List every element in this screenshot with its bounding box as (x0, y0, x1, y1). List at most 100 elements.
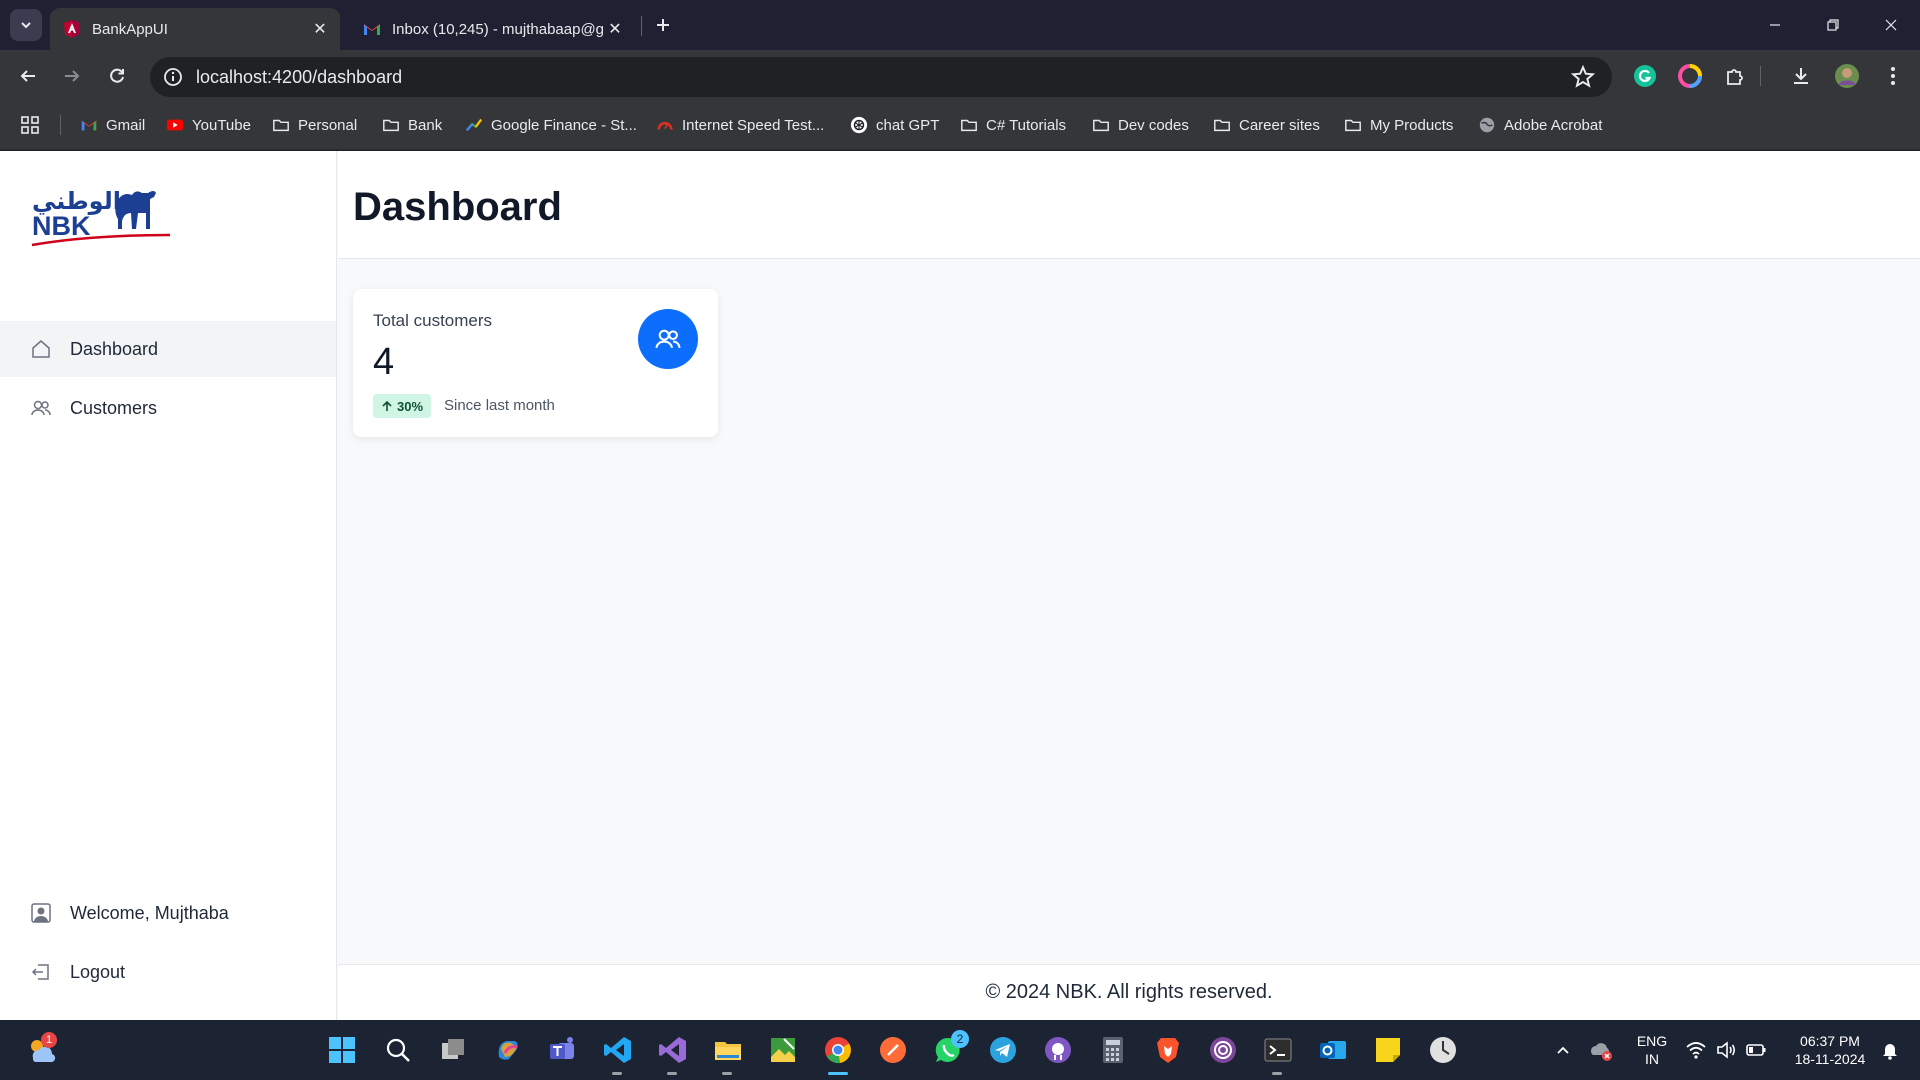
gmail-icon (364, 24, 380, 35)
taskbar-outlook[interactable] (1317, 1034, 1349, 1066)
taskbar-search[interactable] (382, 1034, 414, 1066)
apps-button[interactable] (20, 113, 40, 137)
forward-button[interactable] (56, 60, 88, 92)
more-vertical-icon (1891, 67, 1895, 85)
grammarly-extension[interactable] (1632, 63, 1658, 89)
notification-center-button[interactable] (1874, 1034, 1906, 1066)
taskbar-visual-studio[interactable] (657, 1034, 689, 1066)
tab-search-button[interactable] (10, 9, 42, 41)
taskbar-calculator[interactable] (1097, 1034, 1129, 1066)
copilot-icon (498, 1041, 518, 1060)
clock-date: 18-11-2024 (1794, 1051, 1866, 1067)
notification-badge: 1 (41, 1032, 57, 1048)
taskbar-telegram[interactable] (987, 1034, 1019, 1066)
globe-icon (1479, 117, 1495, 133)
logout-button[interactable]: Logout (0, 947, 336, 997)
page-header: Dashboard (338, 151, 1920, 259)
bookmark-career-sites[interactable]: Career sites (1213, 113, 1320, 137)
taskbar-file-explorer[interactable] (712, 1034, 744, 1066)
folder-icon (715, 1042, 741, 1060)
tab-gmail-inbox[interactable]: Inbox (10,245) - mujthabaap@gmail.com ✕ (350, 8, 635, 50)
clock[interactable]: 06:37 PM 18-11-2024 (1780, 1032, 1880, 1068)
chevron-down-icon (21, 22, 31, 29)
taskbar-vscode[interactable] (602, 1034, 634, 1066)
active-indicator (828, 1072, 848, 1075)
bookmark-my-products[interactable]: My Products (1344, 113, 1453, 137)
close-icon[interactable]: ✕ (308, 17, 332, 41)
task-view-button[interactable] (437, 1034, 469, 1066)
bell-icon (1883, 1044, 1897, 1060)
start-button[interactable] (326, 1034, 358, 1066)
running-indicator (612, 1072, 622, 1075)
minimize-icon (1770, 24, 1780, 26)
bookmark-personal[interactable]: Personal (272, 113, 357, 137)
bookmark-bank[interactable]: Bank (382, 113, 442, 137)
address-bar[interactable]: localhost:4200/dashboard (150, 57, 1612, 97)
sidebar-item-label: Dashboard (70, 338, 159, 359)
info-icon[interactable] (162, 66, 184, 88)
tray-wifi[interactable] (1680, 1034, 1712, 1066)
bookmark-dev-codes[interactable]: Dev codes (1092, 113, 1189, 137)
bookmark-label: Gmail (106, 116, 146, 134)
taskbar-github[interactable] (1042, 1034, 1074, 1066)
tray-battery[interactable] (1740, 1034, 1772, 1066)
taskbar-tor[interactable] (1207, 1034, 1239, 1066)
change-value: 30% (397, 398, 424, 414)
restore-icon (1827, 19, 1839, 31)
toolbar-separator (1760, 66, 1761, 86)
bookmark-gmail[interactable]: Gmail (80, 113, 145, 137)
arrow-right-icon (65, 70, 80, 82)
minimize-button[interactable] (1760, 10, 1790, 40)
bookmark-csharp-tutorials[interactable]: C# Tutorials (960, 113, 1066, 137)
logout-icon (31, 964, 49, 980)
input-language[interactable]: ENG IN (1630, 1032, 1674, 1068)
download-icon (1794, 68, 1808, 84)
bookmark-adobe-acrobat[interactable]: Adobe Acrobat (1478, 113, 1602, 137)
back-button[interactable] (12, 60, 44, 92)
bookmark-google-finance[interactable]: Google Finance - St... (465, 113, 637, 137)
reload-button[interactable] (101, 60, 133, 92)
tray-volume[interactable] (1710, 1034, 1742, 1066)
taskbar-terminal[interactable] (1262, 1034, 1294, 1066)
taskbar-photos[interactable] (767, 1034, 799, 1066)
bookmark-chatgpt[interactable]: chat GPT (850, 113, 939, 137)
taskbar-chrome[interactable] (822, 1034, 854, 1066)
url-text[interactable]: localhost:4200/dashboard (196, 67, 1570, 88)
browser-menu-button[interactable] (1880, 63, 1906, 89)
new-tab-button[interactable] (650, 12, 676, 38)
bookmark-youtube[interactable]: YouTube (166, 113, 251, 137)
google-finance-icon (465, 118, 483, 132)
taskbar-teams[interactable] (547, 1034, 579, 1066)
profile-button[interactable] (1834, 63, 1860, 89)
bookmark-speed-test[interactable]: Internet Speed Test... (656, 113, 824, 137)
nbk-logo[interactable]: الوطني NBK (30, 179, 175, 249)
downloads-button[interactable] (1788, 63, 1814, 89)
folder-icon (383, 119, 399, 132)
extensions-button[interactable] (1722, 63, 1748, 89)
sidebar-item-customers[interactable]: Customers (0, 380, 336, 436)
battery-icon (1746, 1044, 1766, 1056)
taskbar-postman[interactable] (877, 1034, 909, 1066)
folder-icon (961, 119, 977, 132)
taskbar-sticky-notes[interactable] (1372, 1034, 1404, 1066)
tray-overflow-button[interactable] (1547, 1034, 1579, 1066)
color-extension[interactable] (1677, 63, 1703, 89)
page-title: Dashboard (353, 185, 562, 229)
bookmark-label: chat GPT (876, 116, 940, 134)
tray-onedrive[interactable] (1585, 1034, 1617, 1066)
sidebar-item-dashboard[interactable]: Dashboard (0, 321, 336, 377)
taskbar-clock-app[interactable] (1427, 1034, 1459, 1066)
running-indicator (667, 1072, 677, 1075)
gmail-icon (81, 120, 97, 131)
speedometer-icon (657, 121, 673, 130)
close-window-button[interactable] (1876, 10, 1906, 40)
bookmark-star-icon[interactable] (1570, 64, 1596, 90)
users-icon (31, 400, 51, 416)
plus-icon (657, 19, 669, 31)
restore-button[interactable] (1818, 10, 1848, 40)
close-icon[interactable]: ✕ (603, 17, 627, 41)
color-wheel-icon (1678, 64, 1702, 88)
tab-bankappui[interactable]: BankAppUI ✕ (50, 8, 340, 50)
taskbar-brave[interactable] (1152, 1034, 1184, 1066)
taskbar-copilot[interactable] (492, 1034, 524, 1066)
